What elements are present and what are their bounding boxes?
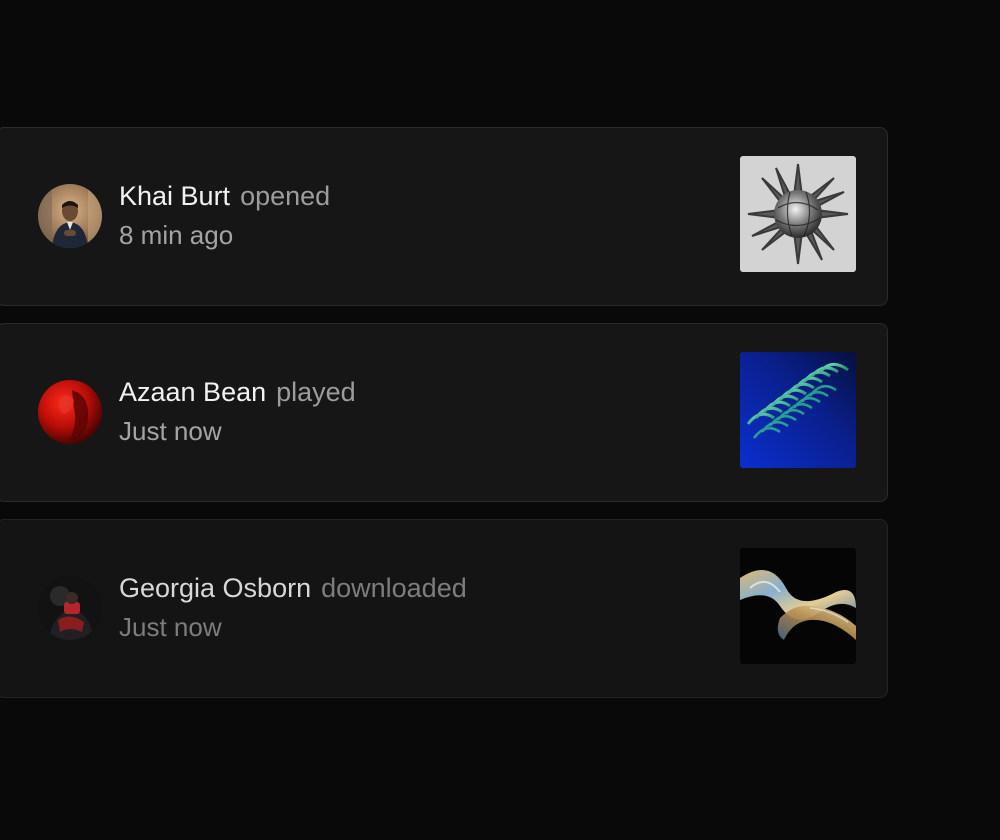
red-portrait-avatar-icon	[38, 380, 102, 444]
user-name[interactable]: Georgia Osborn	[119, 573, 311, 603]
activity-time: Just now	[119, 612, 222, 642]
activity-item-azaan-bean[interactable]: Azaan Bean played Just now	[0, 323, 888, 502]
dark-portrait-avatar-icon	[38, 576, 102, 640]
user-name[interactable]: Azaan Bean	[119, 377, 266, 407]
media-thumbnail[interactable]	[740, 548, 856, 664]
spiky-sphere-artwork-icon	[740, 156, 856, 272]
user-name[interactable]: Khai Burt	[119, 181, 230, 211]
activity-action: played	[276, 377, 356, 407]
activity-action: opened	[240, 181, 331, 211]
avatar[interactable]	[38, 576, 102, 640]
activity-action: downloaded	[321, 573, 467, 603]
activity-time: Just now	[119, 416, 222, 446]
activity-time: 8 min ago	[119, 220, 234, 250]
activity-item-khai-burt[interactable]: Khai Burt opened 8 min ago	[0, 127, 888, 306]
activity-feed: Khai Burt opened 8 min ago Azaan Bean pl…	[0, 127, 888, 715]
media-thumbnail[interactable]	[740, 352, 856, 468]
avatar[interactable]	[38, 380, 102, 444]
media-thumbnail[interactable]	[740, 156, 856, 272]
avatar[interactable]	[38, 184, 102, 248]
green-ribbon-artwork-icon	[740, 352, 856, 468]
chrome-swirl-artwork-icon	[740, 548, 856, 664]
activity-item-georgia-osborn[interactable]: Georgia Osborn downloaded Just now	[0, 519, 888, 698]
person-avatar-icon	[38, 184, 102, 248]
